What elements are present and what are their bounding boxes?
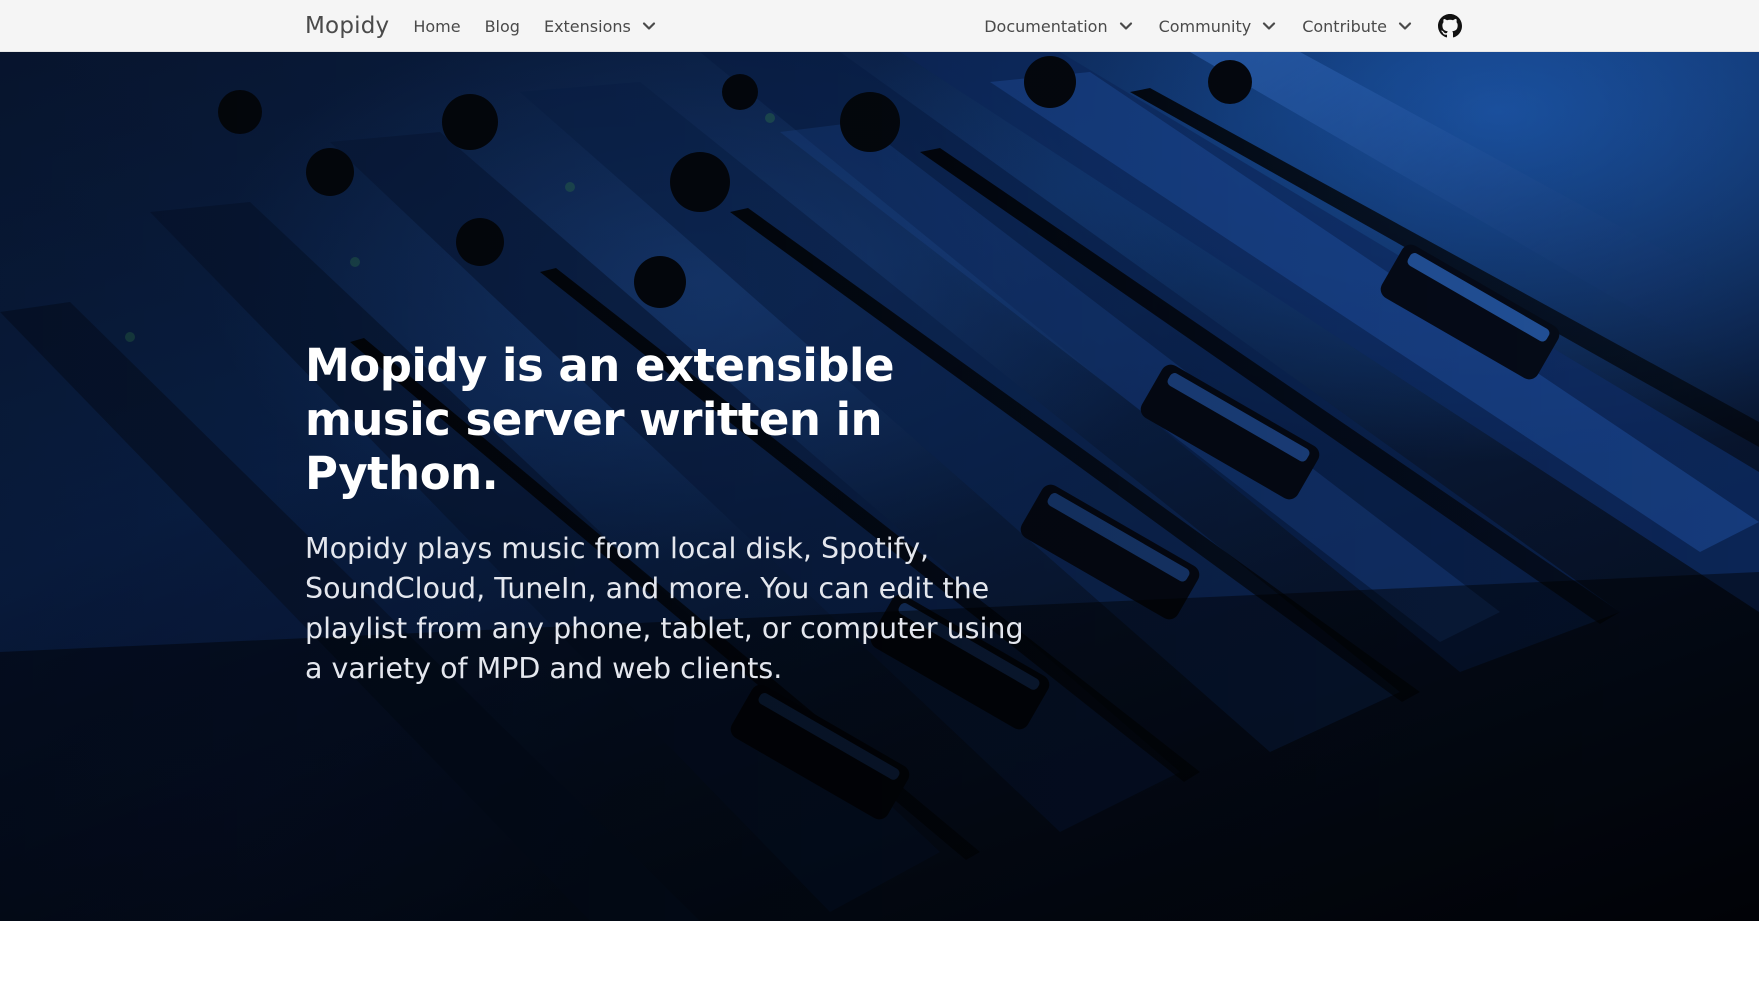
nav-link-label: Blog [484,16,520,36]
hero-section: Mopidy is an extensible music server wri… [0,52,1759,921]
nav-link-blog[interactable]: Blog [485,0,520,52]
hero-subtitle: Mopidy plays music from local disk, Spot… [305,532,1024,685]
navbar-container: Mopidy Home Blog Extensions Documentatio… [305,0,1462,52]
nav-link-label: Home [413,16,461,36]
nav-link-label: Contribute [1302,16,1387,36]
nav-dropdown-contribute[interactable]: Contribute [1302,0,1414,52]
nav-link-home[interactable]: Home [413,0,460,52]
navbar-right: Documentation Community Contribute [984,0,1462,52]
chevron-down-icon [640,17,658,35]
nav-dropdown-documentation[interactable]: Documentation [984,0,1134,52]
nav-dropdown-community[interactable]: Community [1159,0,1279,52]
brand-logo-link[interactable]: Mopidy [305,13,389,39]
hero-title: Mopidy is an extensible music server wri… [305,339,894,500]
hero-content: Mopidy is an extensible music server wri… [305,339,1065,689]
page-content-area [0,921,1759,998]
chevron-down-icon [1117,17,1135,35]
nav-link-label: Community [1158,16,1252,36]
navbar-left: Mopidy Home Blog Extensions [305,0,682,52]
github-icon[interactable] [1438,14,1462,38]
chevron-down-icon [1260,17,1278,35]
chevron-down-icon [1396,17,1414,35]
nav-link-label: Documentation [984,16,1108,36]
nav-link-label: Extensions [543,16,631,36]
top-navbar: Mopidy Home Blog Extensions Documentatio… [0,0,1759,52]
nav-dropdown-extensions[interactable]: Extensions [544,0,658,52]
